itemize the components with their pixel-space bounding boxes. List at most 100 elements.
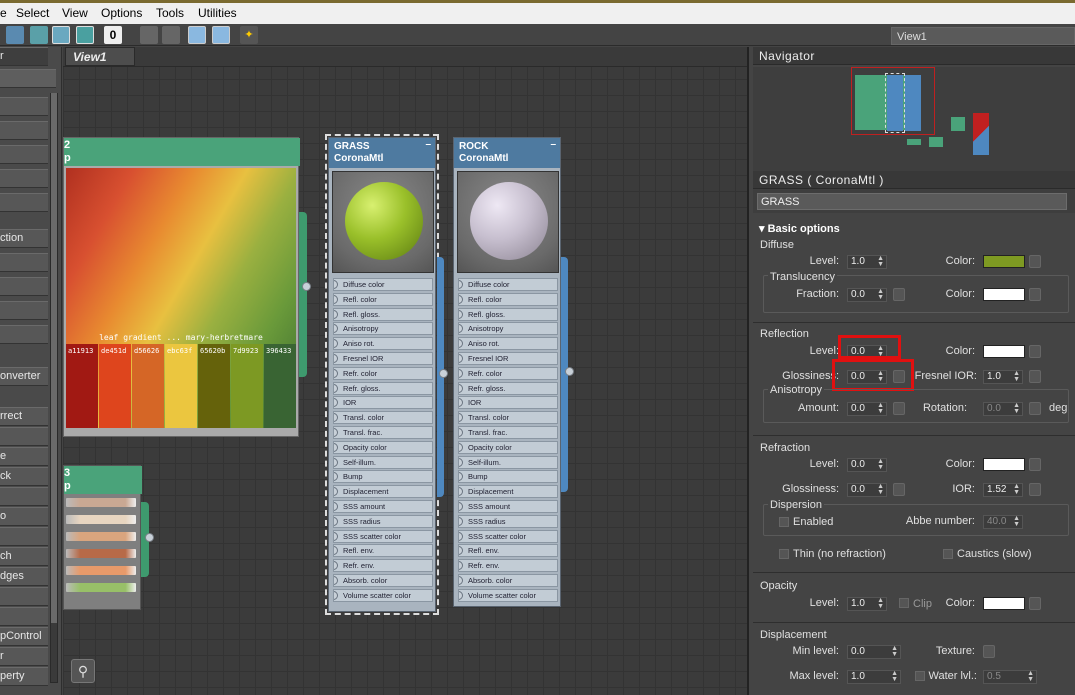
rock-slot[interactable]: Refl. gloss. [458,307,558,321]
menu-utilities[interactable]: Utilities [198,6,237,20]
browser-search[interactable] [0,69,56,88]
grass-slot[interactable]: Transl. frac. [333,426,433,439]
opacity-color-swatch[interactable] [983,597,1025,610]
move-children-icon[interactable]: ✦ [240,26,258,44]
grass-slot[interactable]: Displacement [333,485,433,499]
browser-item[interactable] [0,145,48,164]
material-name-field[interactable]: GRASS [757,193,1067,210]
rock-input-socket[interactable] [459,413,463,423]
map-node[interactable]: 3 p [63,465,142,610]
reset-button[interactable]: 0 [104,26,122,44]
browser-scrollbar-thumb[interactable] [51,93,57,623]
grass-input-socket[interactable] [334,309,338,319]
rock-input-socket[interactable] [459,457,463,467]
rock-input-socket[interactable] [459,428,463,437]
grass-slot[interactable]: SSS amount [333,500,433,513]
rock-input-socket[interactable] [459,472,463,482]
rock-node-header[interactable]: ROCK CoronaMtl – [454,138,560,168]
browser-item[interactable] [0,277,48,296]
caustics-checkbox[interactable] [943,549,953,559]
browser-item[interactable]: r [0,647,48,666]
diffuse-level-spinner[interactable]: 1.0 ▲ ▼ [847,255,887,269]
rock-slot[interactable]: Anisotropy [458,322,558,336]
browser-item[interactable] [0,121,48,140]
select-tool-icon[interactable] [6,26,24,44]
grass-input-socket[interactable] [334,383,338,393]
tab-view1[interactable]: View1 [65,47,135,66]
anisotropy-rotation-map-button[interactable] [1029,402,1041,415]
menu-options[interactable]: Options [101,6,142,20]
abbe-number-spinner[interactable]: 40.0 ▲ ▼ [983,515,1023,529]
browser-item[interactable]: rrect [0,407,48,426]
grass-input-socket[interactable] [334,398,338,408]
displacement-max-spinner[interactable]: 1.0 ▲ ▼ [847,670,901,684]
rock-input-socket[interactable] [459,309,463,319]
rock-slot[interactable]: Refr. gloss. [458,381,558,395]
browser-item[interactable]: perty [0,667,48,686]
browser-item[interactable]: dges [0,567,48,586]
rock-input-socket[interactable] [459,398,463,408]
grass-slot[interactable]: IOR [333,396,433,410]
rock-minimize-button[interactable]: – [550,139,556,151]
grass-input-socket[interactable] [334,472,338,482]
rock-input-socket[interactable] [459,324,463,334]
browser-item[interactable]: ction [0,229,48,248]
anisotropy-amount-spinner[interactable]: 0.0 ▲ ▼ [847,402,887,416]
rock-slot[interactable]: Refr. env. [458,559,558,573]
anisotropy-rotation-spinner[interactable]: 0.0 ▲ ▼ [983,402,1023,416]
browser-item[interactable] [0,427,48,446]
grass-slot[interactable]: Refr. env. [333,559,433,573]
grass-input-socket[interactable] [334,502,338,511]
opacity-color-map-button[interactable] [1029,597,1041,610]
water-level-checkbox[interactable] [915,671,925,681]
grass-slot[interactable]: Refl. env. [333,544,433,558]
grass-slot[interactable]: Opacity color [333,440,433,454]
rock-slot[interactable]: Absorb. color [458,574,558,587]
translucency-color-map-button[interactable] [1029,288,1041,301]
dispersion-enabled-checkbox[interactable] [779,517,789,527]
refraction-gloss-map-button[interactable] [893,483,905,496]
browser-item[interactable] [0,587,48,606]
grass-input-socket[interactable] [334,576,338,585]
menu-tools[interactable]: Tools [156,6,184,20]
rock-slot[interactable]: Bump [458,470,558,484]
refraction-ior-map-button[interactable] [1029,483,1041,496]
rock-input-socket[interactable] [459,487,463,497]
browser-item[interactable] [0,169,48,188]
layout-icon[interactable] [140,26,158,44]
translucency-color-swatch[interactable] [983,288,1025,301]
grass-input-socket[interactable] [334,339,338,349]
rock-slot[interactable]: Refl. env. [458,544,558,558]
grass-minimize-button[interactable]: – [425,139,431,151]
rock-input-socket[interactable] [459,502,463,511]
grass-input-socket[interactable] [334,457,338,467]
browser-item[interactable] [0,487,48,506]
layout-children-icon[interactable] [162,26,180,44]
browser-item[interactable] [0,253,48,272]
translucency-fraction-spinner[interactable]: 0.0 ▲ ▼ [847,288,887,302]
grass-output-socket[interactable] [439,369,448,378]
rock-slot[interactable]: Refl. color [458,292,558,306]
fresnel-ior-map-button[interactable] [1029,370,1041,383]
opacity-level-spinner[interactable]: 1.0 ▲ ▼ [847,597,887,611]
browser-item[interactable]: ck [0,467,48,486]
rock-input-socket[interactable] [459,576,463,585]
rock-input-socket[interactable] [459,531,463,541]
browser-item[interactable]: e [0,447,48,466]
browser-item[interactable] [0,193,48,212]
rock-input-socket[interactable] [459,339,463,349]
rock-output-socket[interactable] [565,367,574,376]
grass-material-node[interactable]: GRASS CoronaMtl – Diffuse color Refl. col… [325,134,439,615]
rock-slot[interactable]: Diffuse color [458,278,558,291]
grass-input-socket[interactable] [334,354,338,363]
grass-slot[interactable]: Self-illum. [333,455,433,469]
grass-slot[interactable]: Refl. gloss. [333,307,433,321]
grass-input-socket[interactable] [334,280,338,289]
rock-input-socket[interactable] [459,383,463,393]
rock-slot[interactable]: SSS scatter color [458,529,558,543]
menu-view[interactable]: View [62,6,88,20]
rock-slot[interactable]: Fresnel IOR [458,352,558,365]
grass-slot[interactable]: Fresnel IOR [333,352,433,365]
rock-slot[interactable]: IOR [458,396,558,410]
rock-slot[interactable]: Self-illum. [458,455,558,469]
